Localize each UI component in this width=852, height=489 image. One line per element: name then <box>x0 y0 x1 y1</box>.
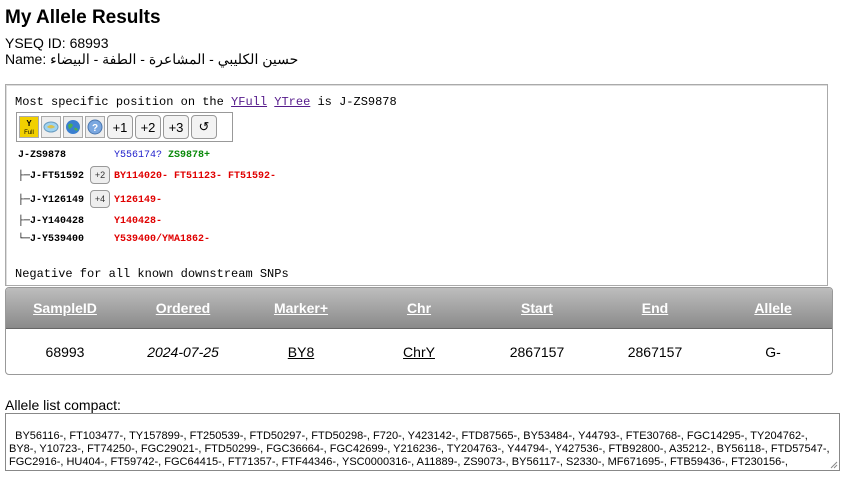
map-toggle-button[interactable] <box>41 116 61 138</box>
page-title: My Allele Results <box>5 7 161 28</box>
kit-name: Name: حسين الكليبي - المشاعرة - الطفة - … <box>5 51 299 67</box>
svg-text:Y: Y <box>26 119 32 128</box>
expand-plus-1-button[interactable]: +1 <box>107 115 133 139</box>
help-button[interactable]: ? <box>85 116 105 138</box>
compact-list-textarea[interactable]: BY56116-, FT103477-, TY157899-, FT250539… <box>5 413 840 471</box>
col-start-header[interactable]: Start <box>478 300 596 316</box>
col-chr-header[interactable]: Chr <box>360 300 478 316</box>
map-icon <box>43 121 59 133</box>
col-sampleid-header[interactable]: SampleID <box>6 300 124 316</box>
globe-icon <box>66 120 80 134</box>
tree-branch[interactable]: └─J-Y539400 <box>18 234 84 245</box>
yfull-logo-icon: Y Full <box>20 117 38 137</box>
svg-text:?: ? <box>92 123 98 134</box>
branch-snps: Y556174? ZS9878+ <box>114 150 210 161</box>
expand-plus-2-button[interactable]: +2 <box>135 115 161 139</box>
negative-snps: Y539400/YMA1862- <box>114 234 211 245</box>
derived-snp: ZS9878+ <box>168 150 211 161</box>
expand-badge[interactable]: +2 <box>90 166 110 184</box>
tree-branch[interactable]: ├─J-FT51592 <box>18 171 84 182</box>
position-line: Most specific position on the YFull YTre… <box>15 95 397 109</box>
cell-sampleid: 68993 <box>45 343 85 360</box>
globe-button[interactable] <box>63 116 83 138</box>
compact-list-label: Allele list compact: <box>5 397 121 413</box>
cell-ordered: 2024-07-25 <box>147 343 219 360</box>
cell-end: 2867157 <box>627 343 683 360</box>
yfull-full-tree-button[interactable]: Y Full <box>19 116 39 138</box>
col-ordered-header[interactable]: Ordered <box>124 300 242 316</box>
haplotree-panel: Most specific position on the YFull YTre… <box>5 84 828 286</box>
negative-snps: BY114020- FT51123- FT51592- <box>114 171 277 182</box>
negative-snps: Y140428- <box>114 216 163 227</box>
col-end-header[interactable]: End <box>596 300 714 316</box>
tree-branch[interactable]: ├─J-Y126149 <box>18 195 84 206</box>
negative-snps: Y126149- <box>114 195 163 206</box>
resize-handle-icon[interactable] <box>830 461 838 469</box>
negative-summary: Negative for all known downstream SNPs <box>15 267 289 281</box>
ytree-link[interactable]: YTree <box>274 95 310 109</box>
expand-plus-3-button[interactable]: +3 <box>163 115 189 139</box>
cell-start: 2867157 <box>509 343 565 360</box>
help-icon: ? <box>87 119 103 135</box>
tree-branch[interactable]: ├─J-Y140428 <box>18 216 84 227</box>
yseq-id: YSEQ ID: 68993 <box>5 35 109 51</box>
allele-table: SampleID Ordered Marker+ Chr Start End A… <box>5 287 833 375</box>
yfull-link[interactable]: YFull <box>231 95 267 109</box>
ambiguous-snp: Y556174? <box>114 150 163 161</box>
cell-allele: G- <box>765 343 781 360</box>
table-header: SampleID Ordered Marker+ Chr Start End A… <box>6 288 832 329</box>
cell-chr-link[interactable]: ChrY <box>360 344 478 360</box>
reset-button[interactable]: ↺ <box>191 115 217 139</box>
svg-text:Full: Full <box>24 130 34 136</box>
table-row: 68993 2024-07-25 BY8 ChrY 2867157 286715… <box>6 329 832 374</box>
tree-toolbar: Y Full ? +1 +2 +3 ↺ <box>16 112 233 142</box>
tree-branch-root[interactable]: J-ZS9878 <box>18 150 66 161</box>
col-allele-header[interactable]: Allele <box>714 300 832 316</box>
expand-badge[interactable]: +4 <box>90 190 110 208</box>
col-marker-header[interactable]: Marker+ <box>242 300 360 316</box>
cell-marker-link[interactable]: BY8 <box>242 344 360 360</box>
